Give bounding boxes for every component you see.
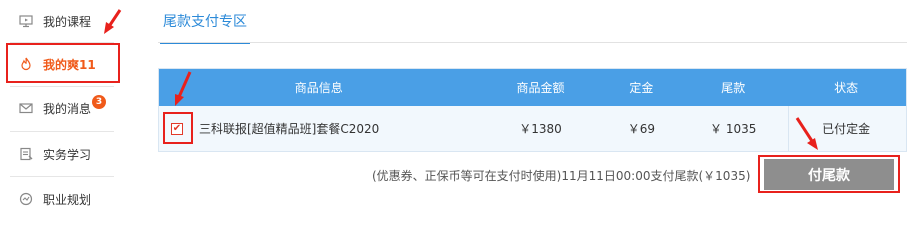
document-icon [18, 146, 34, 162]
sidebar-item-label: 实务学习 [43, 147, 92, 162]
divider [788, 106, 789, 151]
sidebar-item-label: 职业规划 [43, 192, 92, 207]
sidebar-item-label: 我的消息 [43, 101, 92, 116]
active-item-highlight [6, 43, 120, 83]
sidebar-item-courses[interactable]: 我的课程 [0, 0, 120, 42]
balance-cell: ￥ 1035 [710, 122, 757, 136]
column-header-deposit: 定金 [629, 81, 654, 95]
pay-balance-button[interactable]: 付尾款 [764, 159, 894, 190]
amount-cell: ￥1380 [519, 122, 562, 136]
clock-icon [18, 191, 34, 207]
status-cell: 已付定金 [822, 122, 871, 136]
divider [10, 131, 114, 132]
sidebar-item-practice[interactable]: 实务学习 [0, 133, 120, 175]
monitor-icon [18, 13, 34, 29]
mail-icon [18, 100, 34, 116]
divider [10, 176, 114, 177]
table-row: ✔ 三科联报[超值精品班]套餐C2020 ￥1380 ￥69 ￥ 1035 已付… [159, 106, 906, 151]
tab-balance-payment[interactable]: 尾款支付专区 [160, 0, 250, 44]
tab-underline [158, 42, 907, 43]
product-name: 三科联报[超值精品班]套餐C2020 [199, 122, 380, 136]
column-header-status: 状态 [834, 81, 859, 95]
sidebar: 我的课程 我的爽11 我的消息 3 实务学习 职业规划 [0, 0, 120, 208]
sidebar-item-label: 我的课程 [43, 14, 92, 29]
orders-table: 商品信息 商品金额 定金 尾款 状态 ✔ 三科联报[超值精品班]套餐C2020 … [158, 68, 907, 152]
deposit-cell: ￥69 [627, 122, 655, 136]
unread-badge: 3 [92, 95, 106, 109]
checkbox-highlight [163, 112, 193, 144]
table-header: 商品信息 商品金额 定金 尾款 状态 [159, 69, 906, 106]
column-header-balance: 尾款 [721, 81, 746, 95]
product-cell: ✔ 三科联报[超值精品班]套餐C2020 [159, 120, 479, 137]
column-header-amount: 商品金额 [516, 81, 565, 95]
sidebar-item-career[interactable]: 职业规划 [0, 178, 120, 220]
payment-note: (优惠券、正保币等可在支付时使用)11月11日00:00支付尾款(￥1035) [372, 169, 751, 183]
column-header-product: 商品信息 [294, 81, 343, 95]
